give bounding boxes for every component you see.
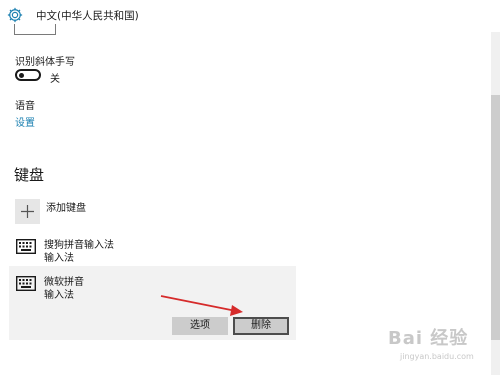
toggle-state-label: 关 (50, 74, 60, 85)
handwriting-label: 识别斜体手写 (15, 57, 75, 68)
gear-icon[interactable] (6, 6, 24, 24)
plus-icon (21, 205, 34, 218)
keyboard-section-title: 键盘 (14, 166, 45, 184)
watermark-url: jingyan.baidu.com (400, 352, 474, 361)
keyboard-icon (16, 276, 36, 291)
speech-settings-link[interactable]: 设置 (15, 114, 35, 129)
watermark-logo: Bai 经验 (388, 328, 469, 349)
scrollbar-thumb[interactable] (491, 95, 500, 340)
delete-button[interactable]: 删除 (233, 317, 289, 335)
title-bar: 中文(中华人民共和国) (0, 0, 500, 32)
speech-label: 语音 (15, 101, 35, 112)
handwriting-toggle[interactable] (15, 69, 41, 81)
partial-control (14, 24, 56, 35)
add-keyboard-label[interactable]: 添加键盘 (46, 199, 86, 214)
keyboard-type: 输入法 (44, 290, 74, 301)
window-title: 中文(中华人民共和国) (36, 10, 139, 22)
keyboard-icon (16, 239, 36, 254)
toggle-knob (19, 72, 24, 78)
keyboard-type: 输入法 (44, 253, 74, 264)
add-keyboard-button[interactable] (15, 199, 40, 224)
options-button[interactable]: 选项 (172, 317, 228, 335)
